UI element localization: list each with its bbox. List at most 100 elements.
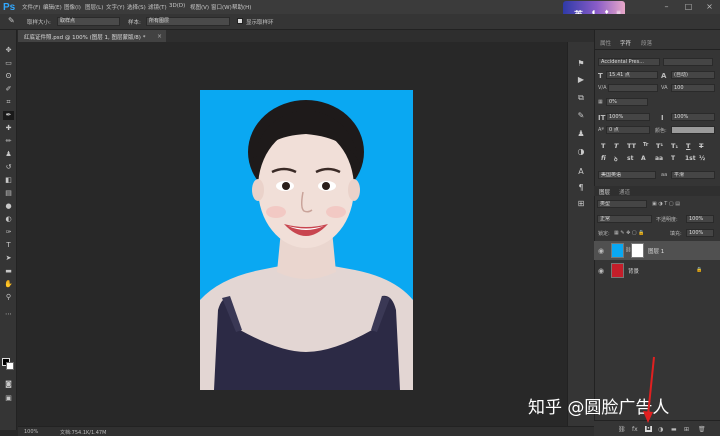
ligatures-button[interactable]: fi [601,155,606,162]
adjustment-layer-icon[interactable]: ◑ [658,426,663,433]
menu-image[interactable]: 图像(I) [64,3,85,11]
quick-select-tool-icon[interactable]: ✐ [3,85,14,94]
pen-tool-icon[interactable]: ✑ [3,228,14,237]
clone-stamp-tool-icon[interactable]: ♟ [3,150,14,159]
font-style-select[interactable] [663,58,713,66]
menu-file[interactable]: 文件(F) [22,3,43,11]
layer-name[interactable]: 图层 1 [648,247,664,255]
more-tools-icon[interactable]: ⋯ [3,310,14,319]
baseline-shift-field[interactable]: 0 点 [606,126,650,134]
subscript-button[interactable]: T₁ [671,142,678,150]
eyedropper-tool-icon[interactable]: ✒ [3,111,14,120]
swash-button[interactable]: st [627,155,633,162]
blend-mode-select[interactable]: 正常 [597,215,652,223]
sample-size-select[interactable]: 取样点 [57,17,120,26]
show-ring-checkbox[interactable] [237,18,243,24]
maximize-icon[interactable]: □ [684,2,693,11]
tab-close-icon[interactable]: × [157,33,162,40]
tab-channels[interactable]: 通道 [619,188,630,196]
antialias-select[interactable]: 平滑 [671,171,715,179]
link-layers-icon[interactable]: ⛓ [618,426,626,433]
gradient-tool-icon[interactable]: ▤ [3,189,14,198]
healing-brush-tool-icon[interactable]: ✚ [3,124,14,133]
horizontal-scale-field[interactable]: 100% [671,113,715,121]
eyedropper-icon[interactable]: ✎ [8,16,15,25]
tab-properties[interactable]: 属性 [600,39,611,47]
leading-field[interactable]: (自动) [671,71,715,79]
menu-3d[interactable]: 3D(D) [169,3,190,11]
layer-mask-thumbnail[interactable] [631,243,644,258]
menu-window[interactable]: 窗口(W) [211,3,232,11]
new-group-icon[interactable]: ▬ [671,426,677,433]
type-tool-icon[interactable]: T [3,241,14,250]
lasso-tool-icon[interactable]: ʘ [3,72,14,81]
marquee-tool-icon[interactable]: ▭ [3,59,14,68]
crop-tool-icon[interactable]: ⌗ [3,98,14,107]
zoom-level[interactable]: 100% [24,429,38,435]
ordinals-button[interactable]: T [671,155,675,162]
sample-select[interactable]: 所有图层 [146,17,230,26]
add-mask-icon[interactable]: ◘ [645,426,652,432]
layer-filter-select[interactable]: 类型 [597,200,647,208]
actions-panel-icon[interactable]: ▶ [575,74,587,86]
menu-select[interactable]: 选择(S) [127,3,148,11]
lock-icons[interactable]: ▦ ✎ ✥ ▢ 🔒 [614,230,644,236]
paragraph-panel-icon[interactable]: ¶ [575,182,587,194]
tool-presets-icon[interactable]: ⧉ [575,92,587,104]
quick-mask-icon[interactable]: ◙ [3,380,14,389]
menu-edit[interactable]: 编辑(E) [43,3,64,11]
glyphs-panel-icon[interactable]: ⊞ [575,198,587,210]
strikethrough-button[interactable]: T [699,142,703,150]
clone-source-icon[interactable]: ♟ [575,128,587,140]
hand-tool-icon[interactable]: ✋ [3,280,14,289]
minimize-icon[interactable]: – [662,2,671,11]
menu-help[interactable]: 帮助(H) [232,3,253,11]
half-fractions-button[interactable]: ½ [699,155,705,162]
menu-view[interactable]: 视图(V) [190,3,211,11]
contextual-button[interactable]: aa [655,155,663,162]
dodge-tool-icon[interactable]: ◐ [3,215,14,224]
tab-layers[interactable]: 图层 [599,188,610,196]
text-color-swatch[interactable] [671,126,715,134]
new-layer-icon[interactable]: ⊞ [684,426,689,433]
vertical-scale-field[interactable]: 100% [606,113,650,121]
menu-filter[interactable]: 滤镜(T) [148,3,169,11]
small-caps-button[interactable]: Tr [643,142,648,148]
tsume-field[interactable]: 0% [606,98,648,106]
menu-layer[interactable]: 图层(L) [85,3,106,11]
eraser-tool-icon[interactable]: ◧ [3,176,14,185]
faux-bold-button[interactable]: T [601,142,605,150]
layer-row-background[interactable]: ◉ 背景 🔒 [594,261,720,280]
delete-layer-icon[interactable]: 🗑 [698,426,706,433]
move-tool-icon[interactable]: ✥ [3,46,14,55]
superscript-button[interactable]: T¹ [656,142,663,150]
close-icon[interactable]: × [705,2,714,11]
kerning-field[interactable] [608,84,658,92]
adjustments-icon[interactable]: ◑ [575,146,587,158]
faux-italic-button[interactable]: T [614,142,618,150]
visibility-eye-icon[interactable]: ◉ [598,267,604,275]
document-info[interactable]: 文档:754.1K/1.47M [60,429,106,436]
opacity-field[interactable]: 100% [686,215,714,223]
brush-panel-icon[interactable]: ✎ [575,110,587,122]
history-panel-icon[interactable]: ⚑ [575,58,587,70]
brush-tool-icon[interactable]: ✏ [3,137,14,146]
character-panel-icon[interactable]: A [575,166,587,178]
menu-type[interactable]: 文字(Y) [106,3,127,11]
layer-filter-icons[interactable]: ▣ ◑ T ▢ ▤ [652,201,680,207]
history-brush-tool-icon[interactable]: ↺ [3,163,14,172]
blur-tool-icon[interactable]: ● [3,202,14,211]
underline-button[interactable]: T [686,142,690,150]
background-color-swatch[interactable] [6,362,14,370]
path-select-tool-icon[interactable]: ➤ [3,254,14,263]
tab-character[interactable]: 字符 [620,39,631,47]
font-size-field[interactable]: 15.41 点 [606,71,658,79]
tracking-field[interactable]: 100 [671,84,715,92]
visibility-eye-icon[interactable]: ◉ [598,247,604,255]
font-family-select[interactable]: Accidental Pres... [598,58,660,66]
layer-name[interactable]: 背景 [628,267,639,275]
old-style-button[interactable]: ꝺ [614,155,618,163]
screen-mode-icon[interactable]: ▣ [3,394,14,403]
fractions-button[interactable]: 1st [685,155,696,162]
document-tab[interactable]: 红底证件照.psd @ 100% (图层 1, 图层蒙版/8) * [18,30,166,42]
